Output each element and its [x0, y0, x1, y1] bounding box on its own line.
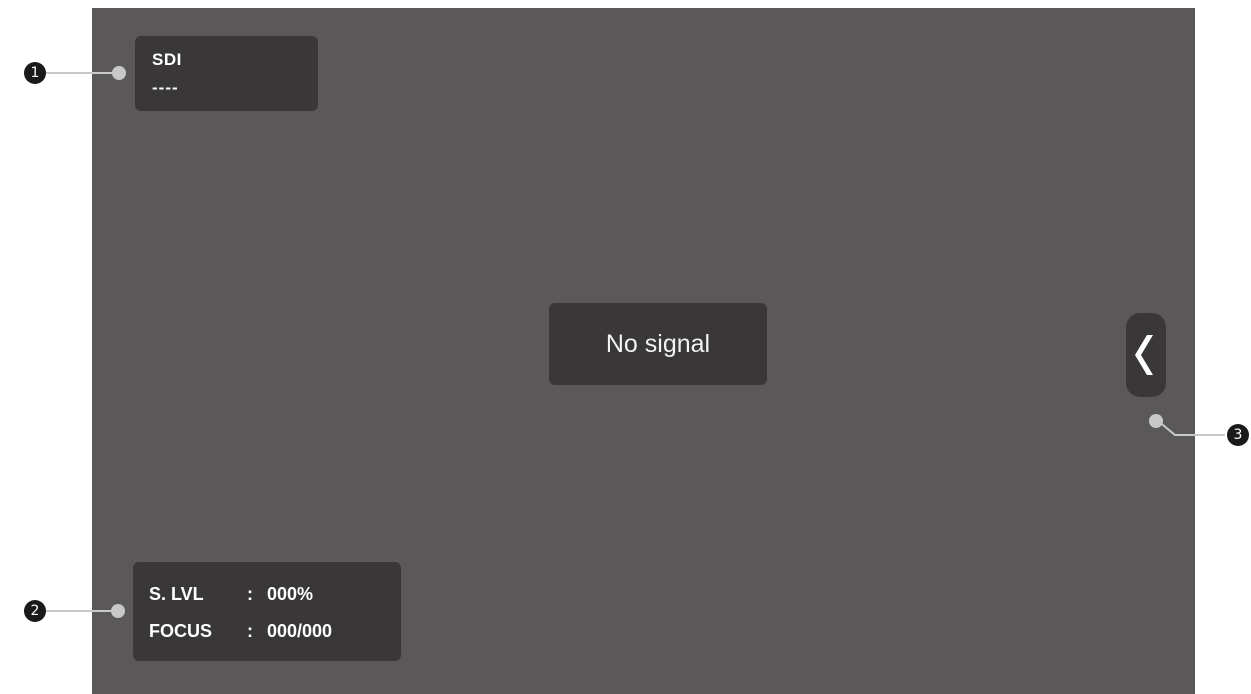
callout-line-1 — [46, 72, 118, 74]
chevron-left-icon — [1135, 335, 1153, 375]
signal-level-label: S. LVL — [149, 584, 204, 604]
callout-badge-2: 2 — [24, 600, 46, 622]
signal-level-value: 000% — [267, 584, 314, 604]
callout-line-3 — [1156, 419, 1225, 436]
callout-badge-3: 3 — [1227, 424, 1249, 446]
signal-level-separator: : — [247, 584, 253, 604]
input-format-value: ---- — [152, 78, 179, 97]
focus-value: 000/000 — [267, 621, 333, 641]
input-info-panel: SDI ---- — [135, 36, 318, 111]
no-signal-text: No signal — [605, 329, 711, 358]
callout-dot-2 — [111, 604, 125, 618]
status-panel: S. LVL : 000% FOCUS : 000/000 — [133, 562, 401, 661]
monitor-diagram: SDI ---- No signal S. LVL : 000% FOCUS :… — [0, 0, 1251, 694]
callout-line-2 — [46, 610, 116, 612]
focus-separator: : — [247, 621, 253, 641]
input-source-label: SDI — [152, 50, 182, 69]
menu-open-button[interactable] — [1126, 313, 1166, 397]
no-signal-message: No signal — [549, 303, 767, 385]
callout-dot-1 — [112, 66, 126, 80]
focus-label: FOCUS — [149, 621, 212, 641]
callout-badge-1: 1 — [24, 62, 46, 84]
